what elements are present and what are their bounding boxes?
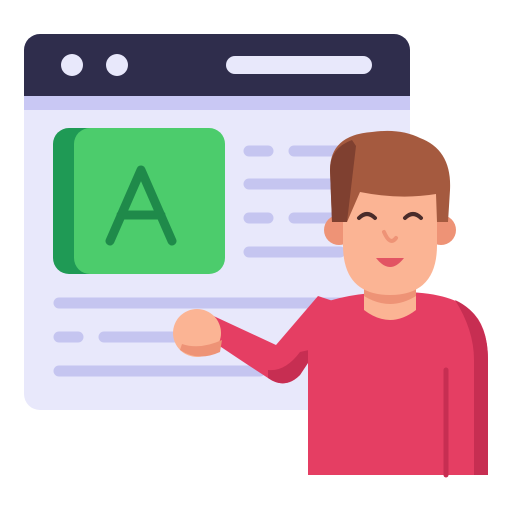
presentation-illustration: A: [24, 34, 488, 478]
window-dot-2: [106, 54, 128, 76]
address-bar: [226, 56, 372, 74]
letter-tile: A: [53, 128, 225, 274]
tile-face: [74, 128, 225, 274]
presenter-torso: [308, 292, 488, 475]
window-dot-1: [61, 54, 83, 76]
